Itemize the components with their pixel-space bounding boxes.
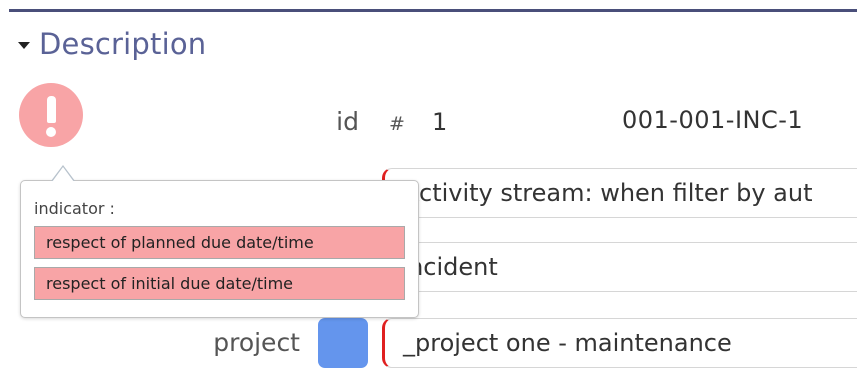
tooltip-item-planned-due: respect of planned due date/time bbox=[34, 226, 405, 259]
project-color-swatch[interactable] bbox=[318, 318, 368, 368]
caret-down-icon[interactable] bbox=[18, 41, 30, 49]
exclamation-bar bbox=[47, 96, 56, 123]
id-label: id bbox=[336, 107, 359, 136]
project-label: project bbox=[213, 328, 300, 357]
indicator-tooltip: indicator : respect of planned due date/… bbox=[20, 165, 419, 318]
tooltip-item-initial-due: respect of initial due date/time bbox=[34, 267, 405, 300]
tooltip-arrow-fill bbox=[52, 167, 74, 182]
id-value: 1 bbox=[432, 108, 448, 136]
tooltip-label: indicator : bbox=[34, 199, 115, 218]
section-top-rule bbox=[9, 9, 857, 12]
exclamation-dot bbox=[46, 127, 56, 137]
project-field[interactable]: _project one - maintenance bbox=[382, 318, 857, 368]
title-field[interactable]: Activity stream: when filter by aut bbox=[382, 168, 857, 218]
description-section-header[interactable]: Description bbox=[18, 24, 206, 64]
hash-icon: # bbox=[389, 113, 405, 135]
reference-value: 001-001-INC-1 bbox=[622, 106, 804, 134]
section-title: Description bbox=[39, 27, 207, 61]
exclamation-circle-icon[interactable] bbox=[19, 83, 83, 147]
type-field[interactable]: Incident bbox=[382, 242, 857, 292]
